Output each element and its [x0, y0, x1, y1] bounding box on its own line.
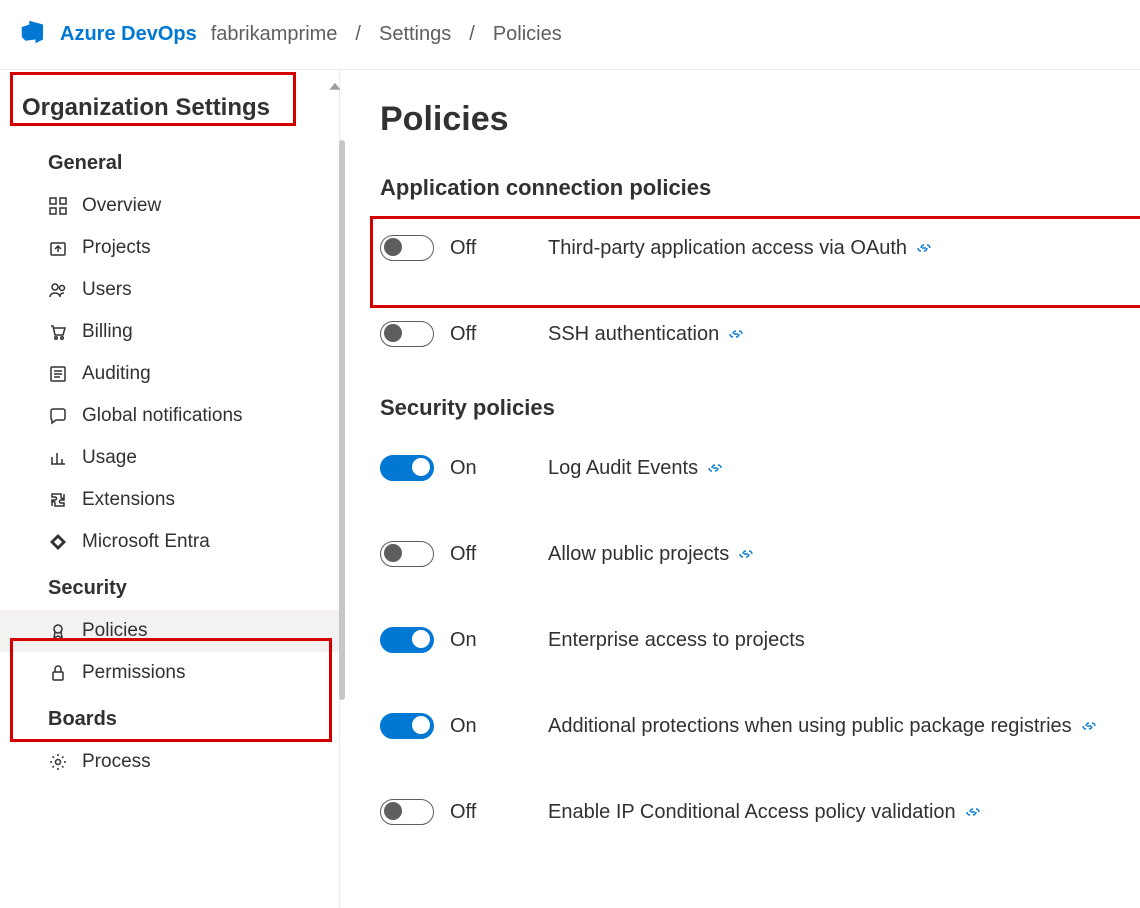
policy-label: Additional protections when using public… [548, 715, 1072, 738]
policy-row-ip-conditional: Off Enable IP Conditional Access policy … [380, 787, 1110, 837]
toggle-ssh[interactable] [380, 321, 434, 347]
sidebar-item-extensions[interactable]: Extensions [0, 479, 339, 521]
policy-label: Enterprise access to projects [548, 629, 805, 652]
sidebar-item-label: Projects [82, 237, 151, 259]
sidebar-item-label: Permissions [82, 662, 185, 684]
sidebar-item-label: Microsoft Entra [82, 531, 210, 553]
brand[interactable]: Azure DevOps [18, 17, 197, 52]
toggle-enterprise-access[interactable] [380, 627, 434, 653]
toggle-state: On [450, 457, 477, 480]
group-title-app-connection: Application connection policies [380, 175, 1110, 201]
breadcrumb-settings[interactable]: Settings [379, 23, 451, 46]
sidebar-item-label: Usage [82, 447, 137, 469]
policy-row-package-registries: On Additional protections when using pub… [380, 701, 1110, 751]
toggle-state: Off [450, 543, 476, 566]
policy-label: SSH authentication [548, 323, 719, 346]
sidebar-item-usage[interactable]: Usage [0, 437, 339, 479]
cart-icon [48, 322, 68, 342]
toggle-state: Off [450, 237, 476, 260]
sidebar-item-billing[interactable]: Billing [0, 311, 339, 353]
users-icon [48, 280, 68, 300]
brand-label: Azure DevOps [60, 23, 197, 46]
badge-icon [48, 621, 68, 641]
policy-row-ssh: Off SSH authentication [380, 309, 1110, 359]
grid-icon [48, 196, 68, 216]
sidebar-item-label: Extensions [82, 489, 175, 511]
sidebar-item-label: Users [82, 279, 132, 301]
breadcrumb-separator: / [355, 23, 361, 46]
sidebar-item-permissions[interactable]: Permissions [0, 652, 339, 694]
policy-label: Enable IP Conditional Access policy vali… [548, 801, 956, 824]
policy-row-audit: On Log Audit Events [380, 443, 1110, 493]
main-content: Policies Application connection policies… [340, 70, 1140, 908]
list-icon [48, 364, 68, 384]
toggle-public-projects[interactable] [380, 541, 434, 567]
page-title: Policies [380, 100, 1110, 139]
link-icon[interactable] [966, 807, 980, 817]
toggle-package-registries[interactable] [380, 713, 434, 739]
gear-icon [48, 752, 68, 772]
sidebar-item-users[interactable]: Users [0, 269, 339, 311]
sidebar-item-label: Policies [82, 620, 147, 642]
sidebar-title: Organization Settings [0, 86, 339, 138]
sidebar-item-label: Billing [82, 321, 133, 343]
bar-chart-icon [48, 448, 68, 468]
chat-icon [48, 406, 68, 426]
policy-label: Allow public projects [548, 543, 729, 566]
breadcrumb-org[interactable]: fabrikamprime [211, 23, 338, 46]
sidebar-item-label: Auditing [82, 363, 151, 385]
upload-icon [48, 238, 68, 258]
toggle-state: Off [450, 323, 476, 346]
group-title-security: Security policies [380, 395, 1110, 421]
link-icon[interactable] [1082, 721, 1096, 731]
policy-row-oauth: Off Third-party application access via O… [380, 223, 1110, 273]
link-icon[interactable] [708, 463, 722, 473]
sidebar-item-label: Overview [82, 195, 161, 217]
sidebar-item-policies[interactable]: Policies [0, 610, 339, 652]
toggle-state: On [450, 629, 477, 652]
sidebar-item-label: Process [82, 751, 151, 773]
link-icon[interactable] [917, 243, 931, 253]
policy-row-public-projects: Off Allow public projects [380, 529, 1110, 579]
toggle-oauth[interactable] [380, 235, 434, 261]
sidebar-item-microsoft-entra[interactable]: Microsoft Entra [0, 521, 339, 563]
breadcrumb-policies[interactable]: Policies [493, 23, 562, 46]
diamond-icon [48, 532, 68, 552]
sidebar: Organization Settings General Overview P… [0, 70, 340, 908]
toggle-state: Off [450, 801, 476, 824]
azure-devops-logo-icon [18, 17, 48, 52]
breadcrumb: fabrikamprime / Settings / Policies [211, 23, 562, 46]
sidebar-section-security: Security [0, 563, 339, 610]
sidebar-item-process[interactable]: Process [0, 741, 339, 783]
header-bar: Azure DevOps fabrikamprime / Settings / … [0, 0, 1140, 70]
toggle-state: On [450, 715, 477, 738]
breadcrumb-separator: / [469, 23, 475, 46]
puzzle-icon [48, 490, 68, 510]
link-icon[interactable] [739, 549, 753, 559]
sidebar-item-label: Global notifications [82, 405, 243, 427]
toggle-audit[interactable] [380, 455, 434, 481]
link-icon[interactable] [729, 329, 743, 339]
toggle-ip-conditional[interactable] [380, 799, 434, 825]
policy-label: Log Audit Events [548, 457, 698, 480]
sidebar-item-auditing[interactable]: Auditing [0, 353, 339, 395]
sidebar-item-projects[interactable]: Projects [0, 227, 339, 269]
sidebar-section-general: General [0, 138, 339, 185]
policy-row-enterprise-access: On Enterprise access to projects [380, 615, 1110, 665]
lock-icon [48, 663, 68, 683]
sidebar-item-global-notifications[interactable]: Global notifications [0, 395, 339, 437]
sidebar-item-overview[interactable]: Overview [0, 185, 339, 227]
policy-label: Third-party application access via OAuth [548, 237, 907, 260]
sidebar-section-boards: Boards [0, 694, 339, 741]
